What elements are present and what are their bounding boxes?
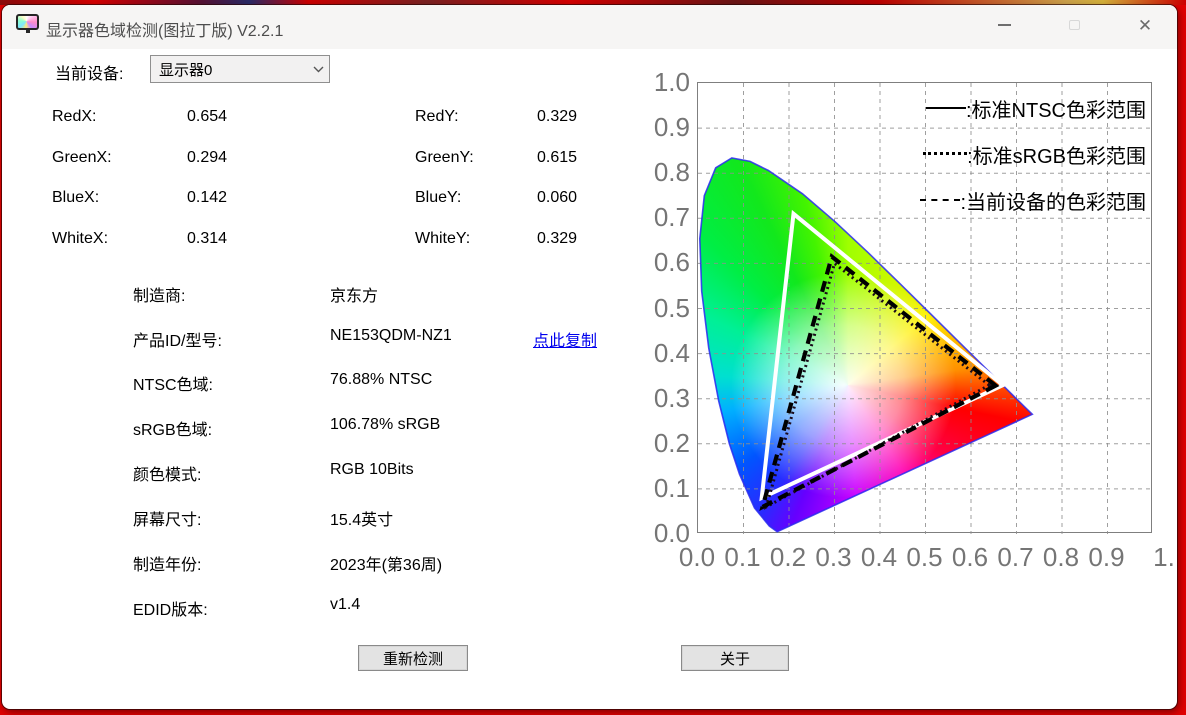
ntsc-gamut-value: 76.88% NTSC xyxy=(330,371,433,388)
x-tick-label: 0.6 xyxy=(951,542,989,572)
ntsc-triangle xyxy=(759,209,1007,502)
copy-link[interactable]: 点此复制 xyxy=(533,327,597,351)
list-item: 制造年份: 2023年(第36周) xyxy=(2,551,662,574)
about-button[interactable]: 关于 xyxy=(681,645,789,671)
table-row: WhiteX: 0.314 WhiteY: 0.329 xyxy=(2,230,662,252)
color-mode-value: RGB 10Bits xyxy=(330,461,414,478)
x-tick-label: 0.4 xyxy=(860,542,898,572)
manufacturer-label: 制造商: xyxy=(133,288,186,305)
x-tick-label: 0.2 xyxy=(769,542,807,572)
app-monitor-gamut-icon xyxy=(16,14,39,35)
table-row: GreenX: 0.294 GreenY: 0.615 xyxy=(2,149,662,171)
color-mode-label: 颜色模式: xyxy=(133,467,202,484)
x-tick-label: 1. xyxy=(1153,542,1175,572)
close-button[interactable]: ✕ xyxy=(1122,9,1168,41)
redy-value: 0.329 xyxy=(537,108,578,125)
device-label: 当前设备: xyxy=(55,66,124,83)
x-tick-label: 0.7 xyxy=(997,542,1034,572)
dotted-line-icon xyxy=(923,152,968,155)
ntsc-gamut-label: NTSC色域: xyxy=(133,377,214,394)
whitey-label: WhiteY: xyxy=(415,230,471,247)
legend-row-srgb: :标准sRGB色彩范围 xyxy=(920,140,1146,169)
srgb-gamut-label: sRGB色域: xyxy=(133,422,213,439)
app-window: 显示器色域检测(图拉丁版) V2.2.1 ✕ 当前设备: 显示器0 RedX: … xyxy=(2,5,1177,709)
manufacture-year-label: 制造年份: xyxy=(133,557,202,574)
list-item: 产品ID/型号: NE153QDM-NZ1 点此复制 xyxy=(2,327,662,351)
edid-version-label: EDID版本: xyxy=(133,602,208,619)
legend-label: :当前设备的色彩范围 xyxy=(960,192,1146,214)
bluey-label: BlueY: xyxy=(415,189,462,206)
srgb-triangle xyxy=(763,260,992,510)
chevron-down-icon xyxy=(307,66,329,73)
redetect-button[interactable]: 重新检测 xyxy=(358,645,468,671)
maximize-icon xyxy=(1068,20,1080,30)
titlebar: 显示器色域检测(图拉丁版) V2.2.1 ✕ xyxy=(2,5,1177,49)
close-icon: ✕ xyxy=(1137,15,1153,35)
legend-label: :标准NTSC色彩范围 xyxy=(966,100,1146,122)
window-title: 显示器色域检测(图拉丁版) V2.2.1 xyxy=(46,23,284,40)
legend-label: :标准sRGB色彩范围 xyxy=(967,146,1146,168)
bluey-value: 0.060 xyxy=(537,189,578,206)
product-id-label: 产品ID/型号: xyxy=(133,333,222,350)
whitey-value: 0.329 xyxy=(537,230,578,247)
chart-legend: :标准NTSC色彩范围 :标准sRGB色彩范围 :当前设备的色彩范围 xyxy=(920,94,1146,215)
list-item: NTSC色域: 76.88% NTSC xyxy=(2,371,662,394)
legend-row-ntsc: :标准NTSC色彩范围 xyxy=(920,94,1146,123)
bluex-value: 0.142 xyxy=(187,189,228,206)
x-tick-label: 0.1 xyxy=(724,542,761,572)
minimize-button[interactable] xyxy=(981,9,1027,41)
x-tick-label: 0.5 xyxy=(906,542,943,572)
x-tick-label: 0.8 xyxy=(1042,542,1080,572)
redx-label: RedX: xyxy=(52,108,97,125)
device-triangle xyxy=(759,252,1000,511)
manufacture-year-value: 2023年(第36周) xyxy=(330,557,443,574)
product-id-value: NE153QDM-NZ1 xyxy=(330,327,452,344)
screen-size-label: 屏幕尺寸: xyxy=(133,512,202,529)
redy-label: RedY: xyxy=(415,108,459,125)
solid-line-icon xyxy=(926,106,966,109)
edid-version-value: v1.4 xyxy=(330,596,361,613)
legend-row-device: :当前设备的色彩范围 xyxy=(920,186,1146,215)
greeny-value: 0.615 xyxy=(537,149,578,166)
greenx-label: GreenX: xyxy=(52,149,112,166)
table-row: RedX: 0.654 RedY: 0.329 xyxy=(2,108,662,130)
x-tick-label: 0.3 xyxy=(815,542,852,572)
minimize-icon xyxy=(997,24,1011,26)
srgb-gamut-value: 106.78% sRGB xyxy=(330,416,441,433)
manufacturer-value: 京东方 xyxy=(330,288,379,305)
list-item: EDID版本: v1.4 xyxy=(2,596,662,619)
list-item: 屏幕尺寸: 15.4英寸 xyxy=(2,506,662,529)
greeny-label: GreenY: xyxy=(415,149,474,166)
screen-size-value: 15.4英寸 xyxy=(330,512,394,529)
list-item: 制造商: 京东方 xyxy=(2,282,662,305)
device-select[interactable]: 显示器0 xyxy=(150,55,330,83)
maximize-button[interactable] xyxy=(1051,9,1097,41)
dashed-line-icon xyxy=(920,198,961,201)
redx-value: 0.654 xyxy=(187,108,228,125)
bluex-label: BlueX: xyxy=(52,189,100,206)
device-select-value: 显示器0 xyxy=(159,61,213,79)
greenx-value: 0.294 xyxy=(187,149,228,166)
x-tick-label: 0.0 xyxy=(678,542,716,572)
x-tick-label: 0.9 xyxy=(1088,542,1125,572)
whitex-label: WhiteX: xyxy=(52,230,109,247)
whitex-value: 0.314 xyxy=(187,230,228,247)
chromaticity-chart: :标准NTSC色彩范围 :标准sRGB色彩范围 :当前设备的色彩范围 xyxy=(697,82,1153,534)
y-tick-label: 1.0 xyxy=(653,67,690,97)
list-item: sRGB色域: 106.78% sRGB xyxy=(2,416,662,439)
table-row: BlueX: 0.142 BlueY: 0.060 xyxy=(2,189,662,211)
list-item: 颜色模式: RGB 10Bits xyxy=(2,461,662,484)
